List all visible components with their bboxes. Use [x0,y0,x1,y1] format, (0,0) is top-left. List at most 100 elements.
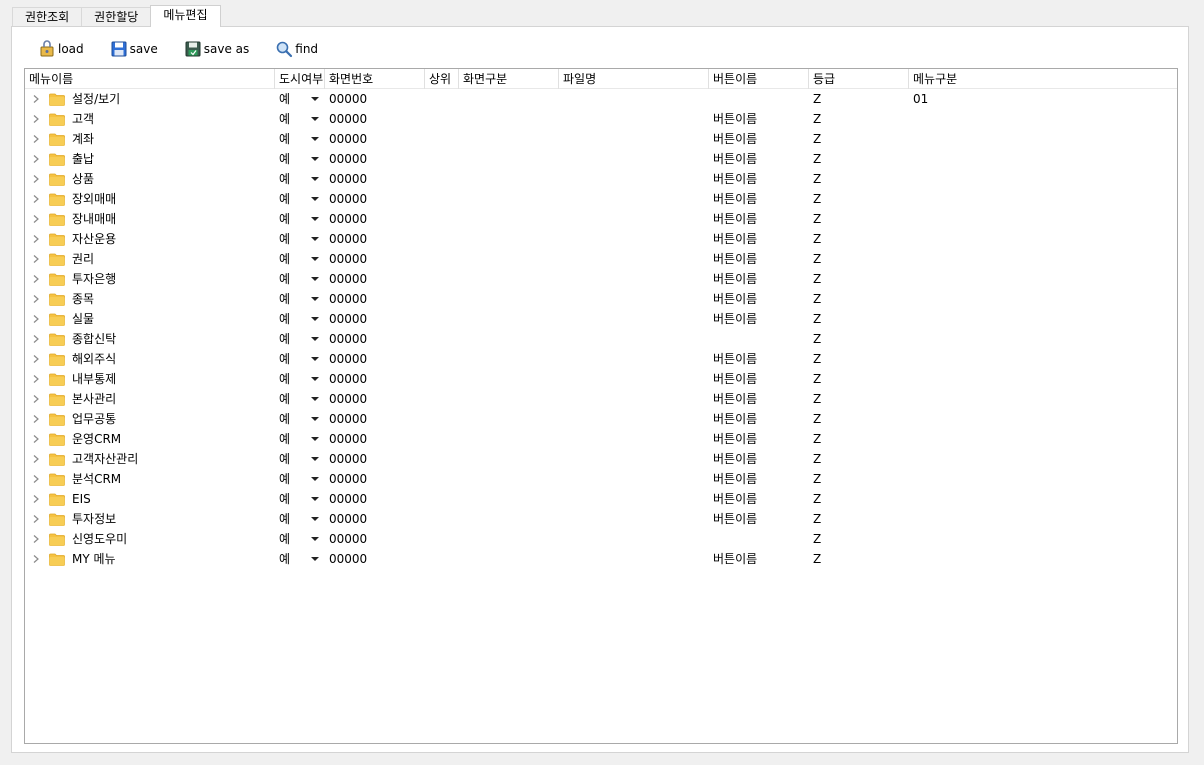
screen-number-cell[interactable]: 00000 [325,169,425,189]
screen-type-cell[interactable] [459,289,559,309]
grade-cell[interactable]: Z [809,389,909,409]
display-dropdown[interactable]: 예 [275,169,325,189]
menu-type-cell[interactable] [909,349,1177,369]
menu-type-cell[interactable]: 01 [909,89,1177,109]
dropdown-arrow-icon[interactable] [311,97,319,101]
screen-type-cell[interactable] [459,169,559,189]
display-dropdown[interactable]: 예 [275,149,325,169]
dropdown-arrow-icon[interactable] [311,297,319,301]
chevron-right-icon[interactable] [31,254,41,264]
screen-type-cell[interactable] [459,489,559,509]
button-name-cell[interactable]: 버튼이름 [709,209,809,229]
menu-name-cell[interactable]: 계좌 [25,129,275,149]
screen-number-cell[interactable]: 00000 [325,109,425,129]
screen-number-cell[interactable]: 00000 [325,229,425,249]
column-header-button-name[interactable]: 버튼이름 [709,69,809,89]
chevron-right-icon[interactable] [31,214,41,224]
tree-row[interactable]: 고객자산관리 예 00000 버튼이름 Z [25,449,1177,469]
button-name-cell[interactable]: 버튼이름 [709,489,809,509]
chevron-right-icon[interactable] [31,434,41,444]
chevron-right-icon[interactable] [31,454,41,464]
grade-cell[interactable]: Z [809,429,909,449]
screen-type-cell[interactable] [459,269,559,289]
display-dropdown[interactable]: 예 [275,509,325,529]
menu-type-cell[interactable] [909,309,1177,329]
dropdown-arrow-icon[interactable] [311,177,319,181]
menu-type-cell[interactable] [909,129,1177,149]
file-name-cell[interactable] [559,269,709,289]
display-dropdown[interactable]: 예 [275,369,325,389]
menu-type-cell[interactable] [909,329,1177,349]
file-name-cell[interactable] [559,169,709,189]
column-header-parent[interactable]: 상위 [425,69,459,89]
menu-name-cell[interactable]: 투자은행 [25,269,275,289]
dropdown-arrow-icon[interactable] [311,257,319,261]
file-name-cell[interactable] [559,189,709,209]
tree-row[interactable]: 실물 예 00000 버튼이름 Z [25,309,1177,329]
column-header-screen-type[interactable]: 화면구분 [459,69,559,89]
menu-type-cell[interactable] [909,149,1177,169]
file-name-cell[interactable] [559,249,709,269]
screen-number-cell[interactable]: 00000 [325,429,425,449]
grade-cell[interactable]: Z [809,249,909,269]
screen-number-cell[interactable]: 00000 [325,389,425,409]
menu-name-cell[interactable]: 해외주식 [25,349,275,369]
dropdown-arrow-icon[interactable] [311,217,319,221]
grade-cell[interactable]: Z [809,509,909,529]
screen-number-cell[interactable]: 00000 [325,269,425,289]
chevron-right-icon[interactable] [31,274,41,284]
display-dropdown[interactable]: 예 [275,429,325,449]
screen-number-cell[interactable]: 00000 [325,329,425,349]
grade-cell[interactable]: Z [809,329,909,349]
chevron-right-icon[interactable] [31,154,41,164]
save-button[interactable]: save [110,37,158,61]
parent-cell[interactable] [425,169,459,189]
file-name-cell[interactable] [559,549,709,569]
dropdown-arrow-icon[interactable] [311,477,319,481]
screen-number-cell[interactable]: 00000 [325,469,425,489]
grade-cell[interactable]: Z [809,269,909,289]
load-button[interactable]: load [38,37,84,61]
tree-row[interactable]: 장외매매 예 00000 버튼이름 Z [25,189,1177,209]
menu-name-cell[interactable]: 상품 [25,169,275,189]
chevron-right-icon[interactable] [31,134,41,144]
screen-type-cell[interactable] [459,89,559,109]
menu-name-cell[interactable]: 내부통제 [25,369,275,389]
screen-number-cell[interactable]: 00000 [325,409,425,429]
screen-type-cell[interactable] [459,409,559,429]
display-dropdown[interactable]: 예 [275,549,325,569]
grade-cell[interactable]: Z [809,449,909,469]
menu-type-cell[interactable] [909,109,1177,129]
menu-type-cell[interactable] [909,369,1177,389]
dropdown-arrow-icon[interactable] [311,377,319,381]
parent-cell[interactable] [425,489,459,509]
chevron-right-icon[interactable] [31,374,41,384]
file-name-cell[interactable] [559,289,709,309]
file-name-cell[interactable] [559,409,709,429]
button-name-cell[interactable]: 버튼이름 [709,409,809,429]
menu-name-cell[interactable]: 장외매매 [25,189,275,209]
menu-type-cell[interactable] [909,249,1177,269]
grade-cell[interactable]: Z [809,309,909,329]
menu-name-cell[interactable]: 설정/보기 [25,89,275,109]
grade-cell[interactable]: Z [809,409,909,429]
screen-number-cell[interactable]: 00000 [325,149,425,169]
file-name-cell[interactable] [559,469,709,489]
grade-cell[interactable]: Z [809,369,909,389]
tree-row[interactable]: 신영도우미 예 00000 Z [25,529,1177,549]
display-dropdown[interactable]: 예 [275,229,325,249]
parent-cell[interactable] [425,389,459,409]
menu-name-cell[interactable]: 장내매매 [25,209,275,229]
grade-cell[interactable]: Z [809,169,909,189]
chevron-right-icon[interactable] [31,114,41,124]
grade-cell[interactable]: Z [809,209,909,229]
dropdown-arrow-icon[interactable] [311,397,319,401]
file-name-cell[interactable] [559,489,709,509]
button-name-cell[interactable]: 버튼이름 [709,189,809,209]
button-name-cell[interactable]: 버튼이름 [709,149,809,169]
button-name-cell[interactable]: 버튼이름 [709,549,809,569]
tree-row[interactable]: 업무공통 예 00000 버튼이름 Z [25,409,1177,429]
tree-row[interactable]: 종합신탁 예 00000 Z [25,329,1177,349]
find-button[interactable]: find [275,37,318,61]
column-header-display[interactable]: 도시여부 [275,69,325,89]
